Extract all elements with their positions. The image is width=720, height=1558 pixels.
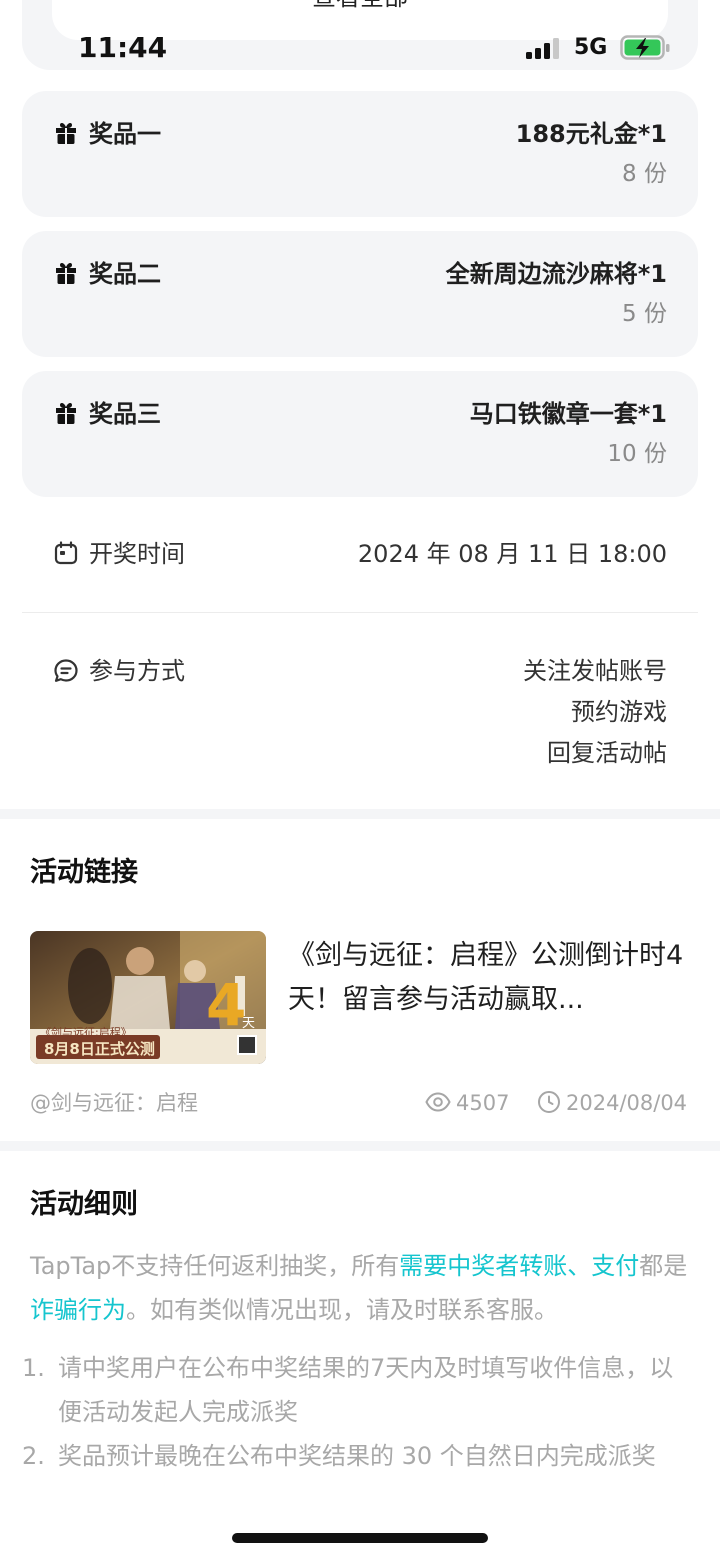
activity-link-title: 活动链接 xyxy=(30,857,138,888)
warning-highlight: 需要中奖者转账、支付 xyxy=(399,1252,640,1280)
section-separator xyxy=(0,809,720,819)
activity-rules-title: 活动细则 xyxy=(30,1189,138,1220)
eye-icon xyxy=(425,1091,451,1117)
warning-text: 都是 xyxy=(639,1252,688,1280)
prize-count: 8 份 xyxy=(622,161,667,187)
network-type: 5G xyxy=(574,35,608,60)
draw-time-label: 开奖时间 xyxy=(89,540,185,568)
prize-card: 奖品二 全新周边流沙麻将*1 5 份 xyxy=(22,231,698,357)
chat-bubble-icon xyxy=(53,658,79,688)
draw-time-value: 2024 年 08 月 11 日 18:00 xyxy=(357,540,667,568)
view-count: 4507 xyxy=(456,1091,510,1115)
gift-icon xyxy=(54,261,78,289)
participation-method: 关注发帖账号 xyxy=(523,657,667,685)
warning-text: TapTap不支持任何返利抽奖，所有 xyxy=(30,1252,400,1280)
prize-count: 5 份 xyxy=(622,301,667,327)
clock-icon xyxy=(537,1090,561,1118)
divider xyxy=(22,612,698,613)
thumb-countdown-number: 4 xyxy=(206,971,247,1039)
warning-highlight: 诈骗行为 xyxy=(30,1296,126,1324)
calendar-icon xyxy=(54,541,78,569)
activity-link-headline[interactable]: 《剑与远征：启程》公测倒计时4天！留言参与活动赢取... xyxy=(288,934,690,1022)
participation-method: 回复活动帖 xyxy=(547,739,667,767)
prize-label: 奖品三 xyxy=(89,400,161,428)
thumb-date-text: 8月8日正式公测 xyxy=(44,1040,155,1058)
anti-fraud-warning: TapTap不支持任何返利抽奖，所有需要中奖者转账、支付都是诈骗行为。如有类似情… xyxy=(30,1244,690,1332)
prize-card: 奖品一 188元礼金*1 8 份 xyxy=(22,91,698,217)
participation-method: 预约游戏 xyxy=(571,698,667,726)
section-separator xyxy=(0,1141,720,1151)
gift-icon xyxy=(54,121,78,149)
prize-name: 马口铁徽章一套*1 xyxy=(469,400,667,428)
qr-code-icon xyxy=(237,1035,257,1055)
prize-count: 10 份 xyxy=(607,441,667,467)
status-time: 11:44 xyxy=(78,31,168,64)
prize-card: 奖品三 马口铁徽章一套*1 10 份 xyxy=(22,371,698,497)
signal-icon xyxy=(526,38,562,60)
battery-charging-icon xyxy=(620,34,672,62)
thumb-day-char: 天 xyxy=(242,1016,256,1031)
home-indicator[interactable] xyxy=(232,1533,488,1543)
activity-thumbnail[interactable]: 《剑与远征:启程》 8月8日正式公测 4 天 xyxy=(30,931,266,1064)
view-all-button[interactable]: 查看全部 xyxy=(52,0,668,12)
prize-label: 奖品二 xyxy=(89,260,161,288)
prize-name: 188元礼金*1 xyxy=(515,120,667,148)
rule-number: 2. xyxy=(22,1442,45,1470)
participation-label: 参与方式 xyxy=(89,657,185,685)
rule-text: 请中奖用户在公布中奖结果的7天内及时填写收件信息，以便活动发起人完成派奖 xyxy=(58,1354,674,1426)
activity-author[interactable]: @剑与远征：启程 xyxy=(30,1089,198,1117)
rule-number: 1. xyxy=(22,1354,45,1382)
rule-text: 奖品预计最晚在公布中奖结果的 30 个自然日内完成派奖 xyxy=(58,1442,656,1470)
prize-label: 奖品一 xyxy=(89,120,161,148)
prize-name: 全新周边流沙麻将*1 xyxy=(445,260,667,288)
thumb-caption: 《剑与远征:启程》 xyxy=(40,1026,132,1039)
warning-text: 。如有类似情况出现，请及时联系客服。 xyxy=(126,1296,558,1324)
post-date: 2024/08/04 xyxy=(566,1091,688,1115)
gift-icon xyxy=(54,401,78,429)
